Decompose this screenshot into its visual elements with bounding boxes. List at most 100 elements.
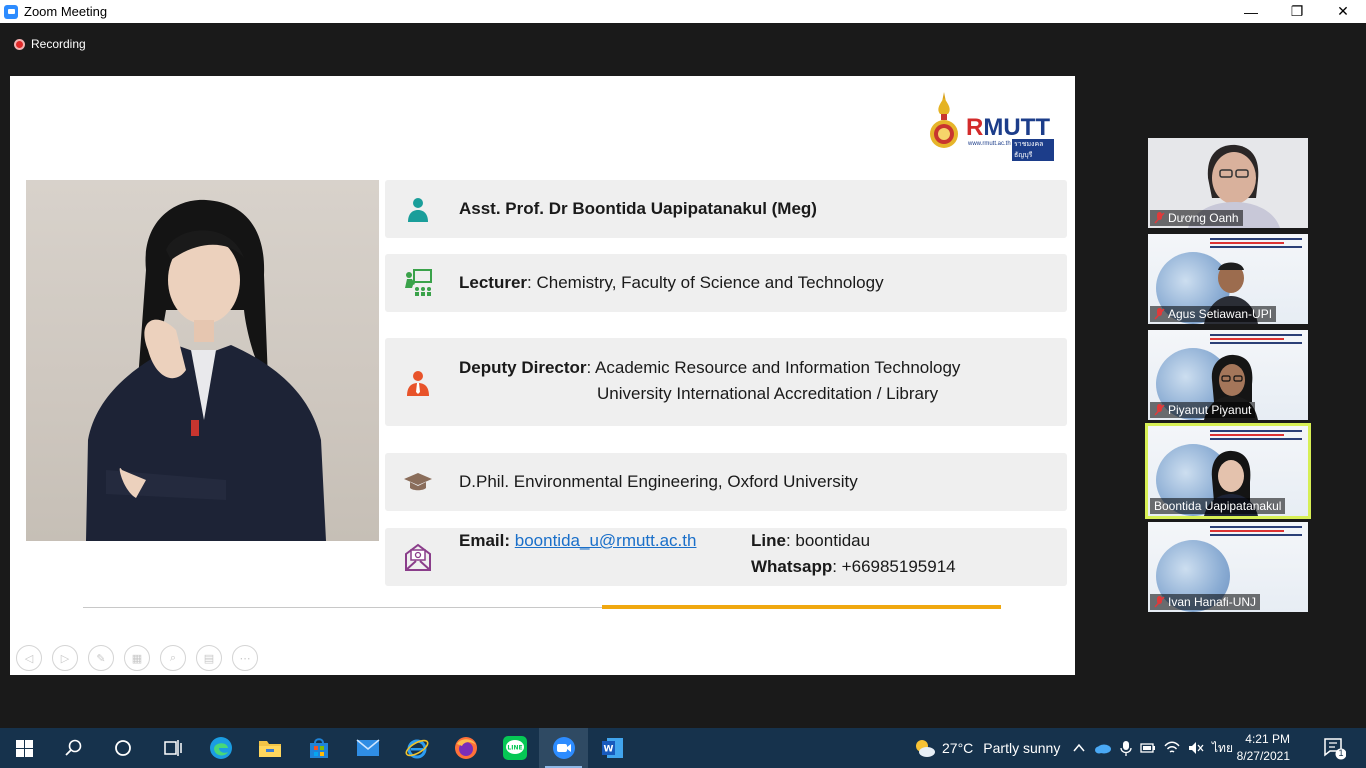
profile-photo [26, 180, 379, 541]
muted-mic-icon [1154, 308, 1165, 320]
action-center-button[interactable]: 1 [1322, 736, 1347, 760]
logo-site: www.rmutt.ac.th [968, 141, 1011, 147]
windows-taskbar: LINE W 27°C Partly sunny ไทย 4:21 PM 8/2… [0, 728, 1366, 768]
wifi-icon[interactable] [1164, 741, 1180, 755]
weather-widget[interactable]: 27°C Partly sunny [914, 728, 1060, 768]
system-tray: ไทย [1072, 728, 1233, 768]
email-link[interactable]: boontida_u@rmutt.ac.th [515, 531, 697, 550]
name-card: Asst. Prof. Dr Boontida Uapipatanakul (M… [385, 180, 1067, 238]
graduation-cap-icon [404, 473, 432, 491]
pen-icon[interactable]: ✎ [88, 645, 114, 671]
director-icon [407, 371, 429, 396]
battery-icon[interactable] [1140, 742, 1156, 754]
internet-explorer-icon [405, 739, 428, 759]
zoom-icon[interactable]: ⌕ [160, 645, 186, 671]
taskbar-internet-explorer[interactable] [392, 728, 441, 768]
teacher-board-icon [405, 269, 432, 296]
portrait-illustration [86, 199, 326, 541]
cortana-icon [114, 740, 131, 756]
participant-name: Agus Setiawan-UPI [1150, 306, 1277, 322]
participant-name: Dương Oanh [1150, 210, 1243, 226]
crest-icon [930, 92, 958, 148]
line-text: Line: boontidau [751, 531, 871, 550]
search-icon [64, 739, 81, 756]
slides-grid-icon[interactable]: ▦ [124, 645, 150, 671]
title-bar: Zoom Meeting — ❐ ✕ [0, 0, 1366, 23]
task-view-icon [163, 740, 182, 756]
participant-tile-active-speaker[interactable]: Boontida Uapipatanakul [1145, 423, 1311, 519]
start-button[interactable] [0, 728, 49, 768]
slide-toolbar: ◁ ▷ ✎ ▦ ⌕ ▤ ⋯ [16, 645, 258, 671]
participant-name: Ivan Hanafi-UNJ [1150, 594, 1261, 610]
speaker-muted-icon[interactable] [1188, 741, 1204, 755]
participant-gallery: Dương Oanh Agus Setiawan-UPI Piyanut Piy… [1145, 138, 1311, 618]
system-clock[interactable]: 4:21 PM 8/27/2021 [1222, 731, 1290, 765]
zoom-icon [552, 737, 575, 759]
rmutt-logo: RMUTT www.rmutt.ac.th ราชมงคลธัญบุรี [926, 90, 1054, 161]
participant-tile[interactable]: Piyanut Piyanut [1148, 330, 1308, 420]
taskbar-firefox[interactable] [441, 728, 490, 768]
recording-indicator[interactable]: Recording [14, 37, 86, 51]
logo-wordmark: RMUTT [966, 114, 1050, 141]
lecturer-text: Lecturer: Chemistry, Faculty of Science … [459, 273, 884, 292]
taskbar-zoom[interactable] [539, 728, 588, 768]
search-button[interactable] [49, 728, 98, 768]
participant-name: Boontida Uapipatanakul [1150, 498, 1286, 514]
shared-screen-slide[interactable]: RMUTT www.rmutt.ac.th ราชมงคลธัญบุรี Ass… [10, 76, 1075, 675]
mail-icon [355, 739, 380, 756]
minimize-button[interactable]: — [1228, 0, 1274, 23]
participant-tile[interactable]: Agus Setiawan-UPI [1148, 234, 1308, 324]
deputy-director-card: Deputy Director: Academic Resource and I… [385, 338, 1067, 426]
weather-condition: Partly sunny [983, 740, 1061, 756]
degree-text: D.Phil. Environmental Engineering, Oxfor… [459, 472, 858, 491]
participant-name: Piyanut Piyanut [1150, 402, 1256, 418]
store-icon [309, 738, 328, 758]
weather-temperature: 27°C [942, 740, 974, 756]
taskbar-store[interactable] [294, 728, 343, 768]
muted-mic-icon [1154, 596, 1165, 608]
participant-tile[interactable]: Dương Oanh [1148, 138, 1308, 228]
whatsapp-text: Whatsapp: +66985195914 [751, 557, 956, 576]
notification-count: 1 [1338, 748, 1344, 758]
partly-sunny-icon [916, 740, 935, 757]
degree-card: D.Phil. Environmental Engineering, Oxfor… [385, 453, 1067, 511]
taskbar-edge[interactable] [196, 728, 245, 768]
clock-date: 8/27/2021 [1236, 749, 1290, 763]
profile-name: Asst. Prof. Dr Boontida Uapipatanakul (M… [459, 199, 817, 218]
muted-mic-icon [1154, 404, 1165, 416]
window-controls: — ❐ ✕ [1228, 0, 1366, 23]
cortana-button[interactable] [98, 728, 147, 768]
firefox-icon [454, 737, 477, 759]
line-app-icon: LINE [502, 736, 527, 760]
lecturer-card: Lecturer: Chemistry, Faculty of Science … [385, 254, 1067, 312]
taskbar-word[interactable]: W [588, 728, 637, 768]
person-icon [408, 198, 428, 222]
recording-label: Recording [31, 37, 86, 51]
taskbar-mail[interactable] [343, 728, 392, 768]
email-envelope-icon [405, 543, 431, 571]
zoom-app-icon [4, 4, 18, 19]
next-slide-icon[interactable]: ▷ [52, 645, 78, 671]
muted-mic-icon [1154, 212, 1165, 224]
logo-thai: ราชมงคลธัญบุรี [1012, 139, 1054, 161]
contact-card: Email: boontida_u@rmutt.ac.th Line: boon… [385, 528, 1067, 586]
participant-tile[interactable]: Ivan Hanafi-UNJ [1148, 522, 1308, 612]
task-view-button[interactable] [147, 728, 196, 768]
taskbar-file-explorer[interactable] [245, 728, 294, 768]
chevron-up-icon[interactable] [1072, 741, 1086, 755]
subtitles-icon[interactable]: ▤ [196, 645, 222, 671]
slide-accent-bar [602, 605, 1001, 609]
deputy-director-text: Deputy Director: Academic Resource and I… [459, 358, 961, 403]
recording-dot-icon [14, 38, 25, 50]
meeting-area: Recording RMUTT www.rmutt.ac.th ราชมงคลธ… [0, 23, 1366, 728]
more-options-icon[interactable]: ⋯ [232, 645, 258, 671]
taskbar-line[interactable]: LINE [490, 728, 539, 768]
svg-text:W: W [603, 745, 613, 755]
restore-button[interactable]: ❐ [1274, 0, 1320, 23]
previous-slide-icon[interactable]: ◁ [16, 645, 42, 671]
clock-time: 4:21 PM [1245, 732, 1290, 746]
close-button[interactable]: ✕ [1320, 0, 1366, 23]
onedrive-icon[interactable] [1094, 742, 1112, 754]
microphone-icon[interactable] [1120, 740, 1132, 756]
folder-icon [258, 741, 281, 757]
